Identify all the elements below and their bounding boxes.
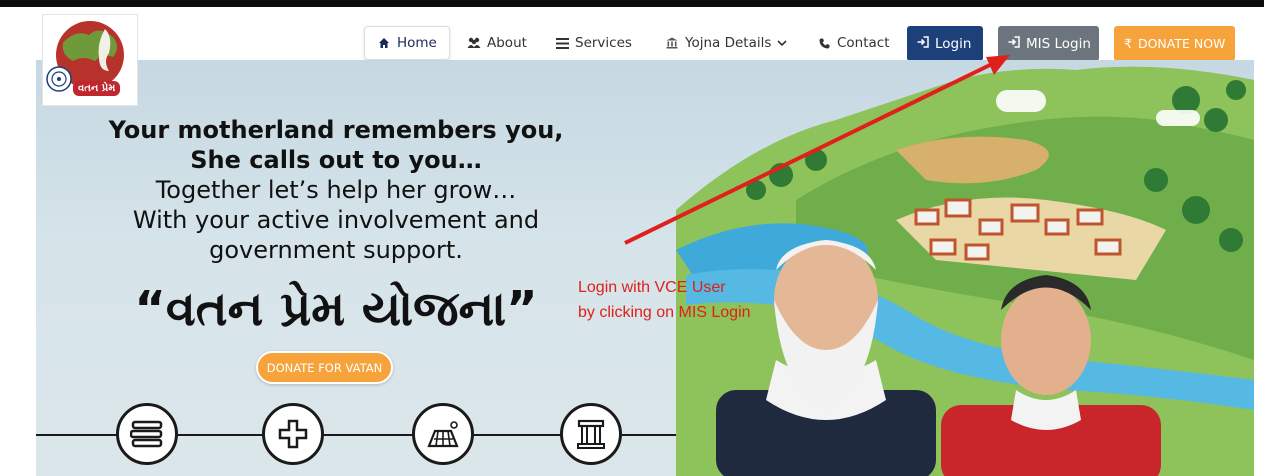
logo-text: વતન પ્રેમ: [73, 81, 121, 96]
login-label: Login: [935, 35, 972, 52]
donate-now-label: DONATE NOW: [1137, 36, 1226, 51]
infrastructure-icon[interactable]: [560, 403, 622, 465]
navbar: Home About Services Yojna Details Contac…: [0, 7, 1264, 61]
headline-line-4: With your active involvement and: [132, 206, 540, 234]
rupee-icon: ₹: [1124, 36, 1132, 51]
health-icon[interactable]: [262, 403, 324, 465]
solar-panel-icon[interactable]: [412, 403, 474, 465]
hero-headline: Your motherland remembers you, She calls…: [36, 115, 636, 265]
education-icon[interactable]: [116, 403, 178, 465]
sign-in-icon: [917, 35, 929, 52]
headline-line-1: Your motherland remembers you,: [108, 116, 564, 144]
login-button[interactable]: Login: [907, 26, 983, 61]
home-icon: [377, 36, 391, 50]
nav-about[interactable]: About: [455, 26, 539, 60]
site-logo[interactable]: વતન પ્રેમ: [42, 14, 138, 106]
donate-now-button[interactable]: ₹ DONATE NOW: [1114, 26, 1235, 61]
annotation-text: Login with VCE User by clicking on MIS L…: [578, 275, 751, 325]
nav-home[interactable]: Home: [364, 26, 450, 60]
nav-contact-label: Contact: [837, 35, 890, 51]
mis-login-label: MIS Login: [1026, 35, 1091, 52]
nav-home-label: Home: [397, 35, 437, 51]
building-icon: [665, 36, 679, 50]
hero-banner: Your motherland remembers you, She calls…: [36, 60, 1254, 476]
mis-login-button[interactable]: MIS Login: [998, 26, 1099, 61]
list-icon: [555, 36, 569, 50]
headline-line-5: government support.: [209, 236, 463, 264]
annotation-line-2: by clicking on MIS Login: [578, 304, 751, 321]
phone-icon: [817, 36, 831, 50]
nav-yojna-details[interactable]: Yojna Details: [653, 26, 799, 60]
nav-contact[interactable]: Contact: [805, 26, 902, 60]
nav-yojna-label: Yojna Details: [685, 35, 772, 51]
donate-for-vatan-button[interactable]: DONATE FOR VATAN: [256, 351, 393, 384]
top-border: [0, 0, 1264, 7]
nav-services[interactable]: Services: [543, 26, 644, 60]
nav-about-label: About: [487, 35, 527, 51]
annotation-line-1: Login with VCE User: [578, 279, 726, 296]
headline-line-3: Together let’s help her grow…: [155, 176, 517, 204]
nav-services-label: Services: [575, 35, 632, 51]
chevron-down-icon: [777, 35, 787, 51]
users-icon: [467, 36, 481, 50]
headline-line-2: She calls out to you…: [190, 146, 482, 174]
sign-in-icon: [1008, 35, 1020, 52]
yojna-title: “વતન પ્રેમ યોજના”: [134, 281, 538, 337]
